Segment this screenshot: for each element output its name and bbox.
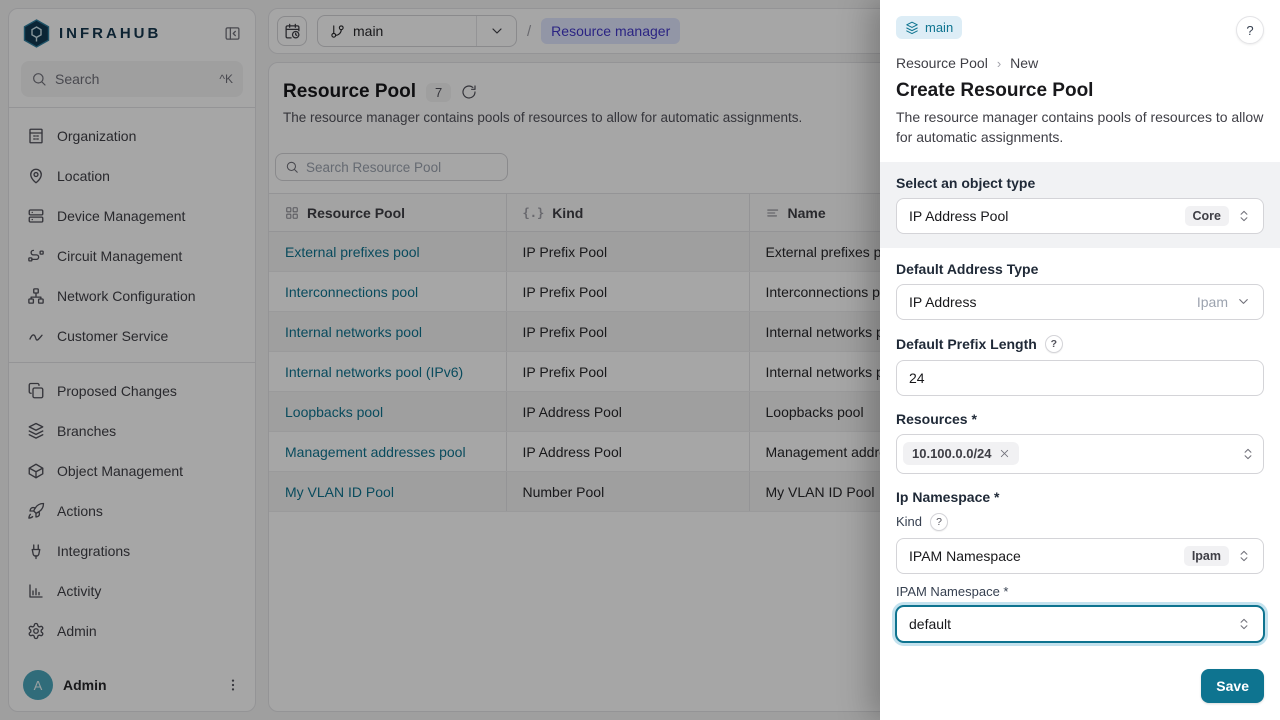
drawer-breadcrumb: Resource Pool › New: [896, 55, 1264, 71]
object-type-select[interactable]: IP Address Pool Core: [896, 198, 1264, 234]
remove-chip-icon[interactable]: [999, 448, 1010, 459]
chevrons-up-down-icon: [1241, 447, 1255, 461]
chevron-right-icon: ›: [997, 56, 1001, 71]
object-type-label: Select an object type: [896, 175, 1264, 191]
ip-namespace-kind-select[interactable]: IPAM Namespace Ipam: [896, 538, 1264, 574]
field-value: 24: [909, 370, 1251, 386]
chevron-down-icon: [1236, 294, 1251, 309]
field-label: Default Prefix Length ?: [896, 335, 1264, 353]
field-value: IP Address: [909, 294, 1189, 310]
ipam-namespace-select[interactable]: default: [896, 606, 1264, 642]
default-address-type-select[interactable]: IP Address Ipam: [896, 284, 1264, 320]
save-button[interactable]: Save: [1201, 669, 1264, 703]
chevrons-up-down-icon: [1237, 209, 1251, 223]
drawer-title: Create Resource Pool: [896, 80, 1264, 102]
field-value: default: [909, 616, 1229, 632]
drawer-form: Default Address Type IP Address Ipam Def…: [880, 248, 1280, 669]
branch-badge: main: [896, 16, 962, 39]
field-default-address-type: Default Address Type IP Address Ipam: [896, 261, 1264, 320]
create-resource-pool-drawer: main ? Resource Pool › New Create Resour…: [880, 0, 1280, 720]
field-label: Resources *: [896, 411, 1264, 427]
breadcrumb-parent[interactable]: Resource Pool: [896, 55, 988, 71]
field-value: IPAM Namespace: [909, 548, 1176, 564]
field-default-prefix-length: Default Prefix Length ? 24: [896, 335, 1264, 396]
default-prefix-length-input[interactable]: 24: [896, 360, 1264, 396]
object-type-value: IP Address Pool: [909, 208, 1177, 224]
field-label: Default Address Type: [896, 261, 1264, 277]
help-icon[interactable]: ?: [930, 513, 948, 531]
drawer-description: The resource manager contains pools of r…: [896, 107, 1264, 148]
ipam-namespace-label: IPAM Namespace *: [896, 584, 1264, 599]
resources-multiselect[interactable]: 10.100.0.0/24: [896, 434, 1264, 474]
object-type-section: Select an object type IP Address Pool Co…: [880, 162, 1280, 248]
kind-label: Kind ?: [896, 513, 1264, 531]
breadcrumb-current: New: [1010, 55, 1038, 71]
help-icon[interactable]: ?: [1045, 335, 1063, 353]
field-label: Ip Namespace *: [896, 489, 1264, 505]
field-hint: Ipam: [1197, 294, 1228, 310]
drawer-header: main ? Resource Pool › New Create Resour…: [880, 0, 1280, 162]
chevrons-up-down-icon: [1237, 617, 1251, 631]
layers-icon: [905, 21, 919, 35]
drawer-footer: Save: [880, 669, 1280, 720]
field-resources: Resources * 10.100.0.0/24: [896, 411, 1264, 474]
namespace-badge: Ipam: [1184, 546, 1229, 566]
namespace-badge: Core: [1185, 206, 1229, 226]
chevrons-up-down-icon: [1237, 549, 1251, 563]
resource-chip: 10.100.0.0/24: [903, 442, 1019, 465]
field-ip-namespace: Ip Namespace * Kind ? IPAM Namespace Ipa…: [896, 489, 1264, 642]
help-button[interactable]: ?: [1236, 16, 1264, 44]
